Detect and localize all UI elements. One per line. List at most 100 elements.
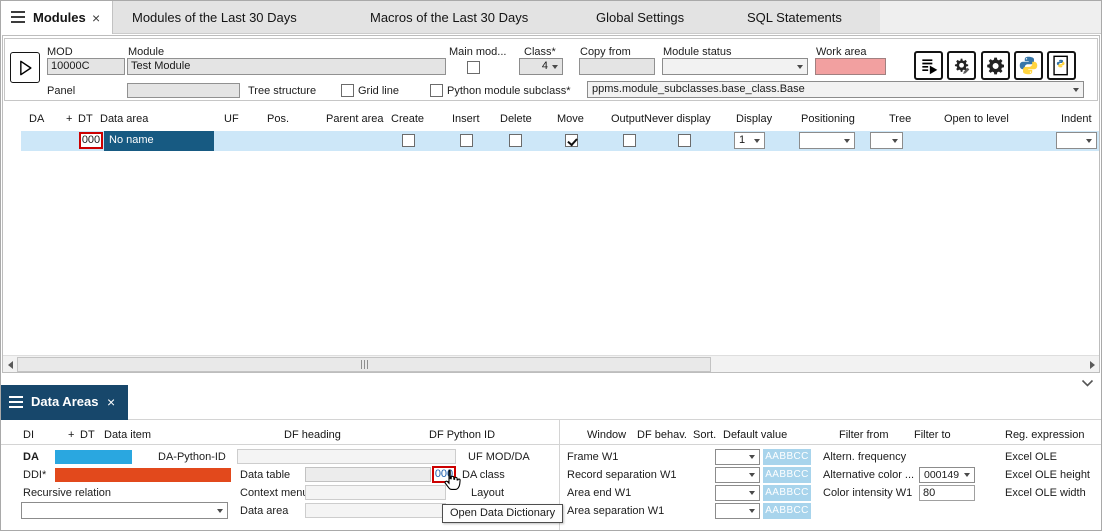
run-protocol-icon (919, 56, 939, 76)
copy-from-field[interactable] (579, 58, 655, 75)
row-indent-dropdown[interactable] (1056, 132, 1097, 149)
data-area-field[interactable] (305, 503, 446, 518)
area-separation-dropdown[interactable] (715, 503, 760, 519)
bcol-df-behav: DF behav. (637, 429, 687, 441)
bcol-default-value: Default value (723, 429, 787, 441)
horizontal-scrollbar[interactable] (3, 355, 1099, 372)
col-never-display[interactable]: Never display (644, 113, 711, 125)
module-settings-edit-button[interactable] (947, 51, 976, 80)
col-display[interactable]: Display (736, 113, 772, 125)
col-delete[interactable]: Delete (500, 113, 532, 125)
col-uf[interactable]: UF (224, 113, 239, 125)
bcol-sort: Sort. (693, 429, 716, 441)
tab-macros-last-30-days[interactable]: Macros of the Last 30 Days (370, 1, 528, 34)
run-module-button[interactable] (10, 52, 40, 83)
tab-global-settings[interactable]: Global Settings (596, 1, 684, 34)
row-output-checkbox[interactable] (623, 134, 636, 147)
row-insert-checkbox[interactable] (460, 134, 473, 147)
scroll-right-icon (1090, 361, 1095, 369)
bcol-di: DI (23, 429, 34, 441)
col-dt[interactable]: DT (78, 113, 93, 125)
da-python-id-field[interactable] (237, 449, 456, 464)
alternative-color-dropdown[interactable]: 000149 (919, 467, 975, 483)
scroll-right-button[interactable] (1085, 356, 1099, 373)
python-button[interactable] (1014, 51, 1043, 80)
col-parent-area[interactable]: Parent area (326, 113, 383, 125)
scroll-left-button[interactable] (3, 356, 17, 373)
python-subclass-checkbox[interactable] (430, 84, 443, 97)
mod-field[interactable]: 10000C (47, 58, 125, 75)
row-positioning-dropdown[interactable] (799, 132, 855, 149)
row-dt-cell[interactable]: 000 (79, 132, 103, 149)
row-display-dropdown[interactable]: 1 (734, 132, 765, 149)
col-move[interactable]: Move (557, 113, 584, 125)
frame-w1-dropdown[interactable] (715, 449, 760, 465)
python-file-button[interactable] (1047, 51, 1076, 80)
grid-line-checkbox[interactable] (341, 84, 354, 97)
work-area-label: Work area (816, 46, 867, 58)
scrollbar-thumb[interactable] (17, 357, 711, 372)
hamburger-menu-icon[interactable] (11, 11, 25, 26)
record-separation-dropdown[interactable] (715, 467, 760, 483)
python-subclass-dropdown[interactable]: ppms.module_subclasses.base_class.Base (587, 81, 1084, 98)
bcol-filter-to: Filter to (914, 429, 951, 441)
row-move-checkbox[interactable] (565, 134, 578, 147)
row-tree-dropdown[interactable] (870, 132, 903, 149)
frame-w1-color-chip[interactable]: AABBCC (763, 449, 811, 465)
col-insert[interactable]: Insert (452, 113, 480, 125)
recursive-relation-dropdown[interactable] (21, 502, 228, 519)
tab-sql-statements[interactable]: SQL Statements (747, 1, 842, 34)
settings-button[interactable] (981, 51, 1010, 80)
col-da[interactable]: DA (29, 113, 44, 125)
bcol-plus: + (68, 429, 74, 441)
tab-data-areas[interactable]: Data Areas × (1, 385, 128, 420)
row-delete-checkbox[interactable] (509, 134, 522, 147)
module-status-dropdown[interactable] (662, 58, 808, 75)
recursive-relation-label: Recursive relation (23, 487, 111, 499)
col-plus[interactable]: + (66, 113, 72, 125)
context-menu-field[interactable] (305, 485, 446, 500)
main-module-checkbox[interactable] (467, 61, 480, 74)
col-indent[interactable]: Indent (1061, 113, 1092, 125)
panel-collapse-chevron-icon[interactable] (1081, 375, 1094, 393)
tab-modules-last-30-days[interactable]: Modules of the Last 30 Days (132, 1, 297, 34)
tab-modules[interactable]: Modules × (1, 1, 113, 34)
panel-top-line (128, 419, 1102, 420)
color-intensity-field[interactable]: 80 (919, 485, 975, 501)
close-tab-icon[interactable]: × (92, 11, 100, 25)
col-output[interactable]: Output (611, 113, 644, 125)
area-end-color-chip[interactable]: AABBCC (763, 485, 811, 501)
area-separation-color-chip[interactable]: AABBCC (763, 503, 811, 519)
tree-structure-label: Tree structure (248, 85, 316, 97)
col-data-area[interactable]: Data area (100, 113, 148, 125)
data-areas-close-icon[interactable]: × (107, 395, 115, 409)
col-positioning[interactable]: Positioning (801, 113, 855, 125)
work-area-field[interactable] (815, 58, 886, 75)
class-dropdown[interactable]: 4 (519, 58, 563, 75)
row-create-checkbox[interactable] (402, 134, 415, 147)
row-never-display-checkbox[interactable] (678, 134, 691, 147)
record-separation-w1-label: Record separation W1 (567, 469, 676, 481)
area-end-dropdown[interactable] (715, 485, 760, 501)
data-area-label: Data area (240, 505, 288, 517)
col-open-to-level[interactable]: Open to level (944, 113, 1009, 125)
python-icon (1018, 55, 1039, 76)
bcol-df-heading: DF heading (284, 429, 341, 441)
record-separation-color-chip[interactable]: AABBCC (763, 467, 811, 483)
row-data-area-cell[interactable]: No name (104, 131, 214, 151)
run-protocol-button[interactable] (914, 51, 943, 80)
module-label: Module (128, 46, 164, 58)
col-tree[interactable]: Tree (889, 113, 911, 125)
col-pos[interactable]: Pos. (267, 113, 289, 125)
panel-field[interactable] (127, 83, 240, 98)
ddi-color-field[interactable] (55, 468, 231, 482)
tab-modules-label: Modules (33, 1, 86, 34)
data-areas-menu-icon[interactable] (9, 396, 23, 411)
data-table-field[interactable] (305, 467, 431, 482)
da-color-field[interactable] (55, 450, 132, 464)
bcol-window: Window (587, 429, 626, 441)
grid-line-label: Grid line (358, 85, 399, 97)
top-tab-bar: Modules × Modules of the Last 30 Days Ma… (1, 1, 1102, 34)
module-name-field[interactable]: Test Module (127, 58, 446, 75)
col-create[interactable]: Create (391, 113, 424, 125)
